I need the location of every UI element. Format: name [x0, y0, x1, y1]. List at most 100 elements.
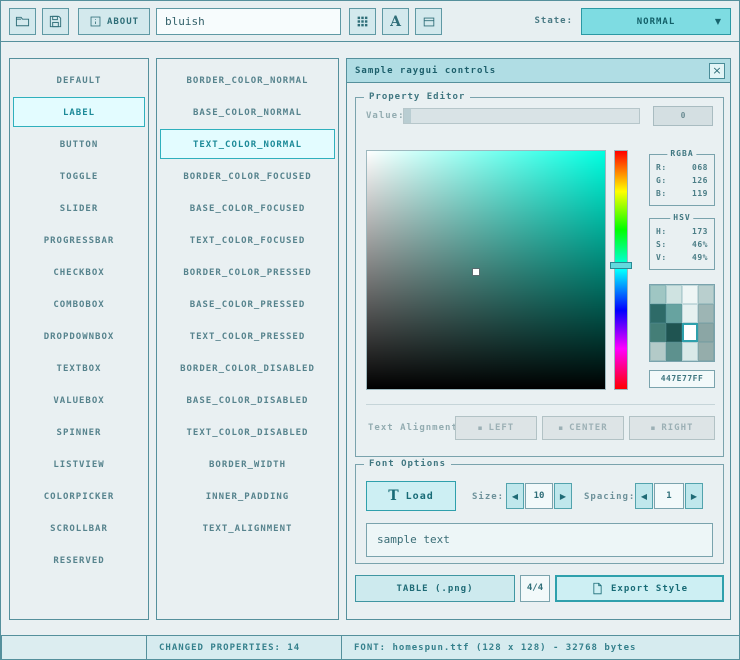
color-swatch[interactable] [698, 285, 714, 304]
color-swatch[interactable] [698, 304, 714, 323]
export-table-button[interactable]: TABLE (.png) [355, 575, 515, 602]
control-item-listview[interactable]: LISTVIEW [13, 449, 145, 479]
property-item-border-color-focused[interactable]: BORDER_COLOR_FOCUSED [160, 161, 335, 191]
g-value: 126 [692, 174, 708, 187]
close-icon: × [712, 64, 721, 77]
property-item-text-color-disabled[interactable]: TEXT_COLOR_DISABLED [160, 417, 335, 447]
rgba-r-row: R: 068 [650, 161, 714, 174]
color-swatch[interactable] [682, 285, 698, 304]
property-item-base-color-disabled[interactable]: BASE_COLOR_DISABLED [160, 385, 335, 415]
control-item-reserved[interactable]: RESERVED [13, 545, 145, 575]
color-picker-area[interactable] [366, 150, 606, 390]
color-swatch[interactable] [682, 342, 698, 361]
color-swatch[interactable] [698, 342, 714, 361]
control-item-button[interactable]: BUTTON [13, 129, 145, 159]
align-center-button[interactable]: ▪ CENTER [542, 416, 624, 440]
property-item-border-color-normal[interactable]: BORDER_COLOR_NORMAL [160, 65, 335, 95]
hue-bar[interactable] [614, 150, 628, 390]
rgba-g-row: G: 126 [650, 174, 714, 187]
sample-panel-title: Sample raygui controls [355, 59, 496, 83]
table-pages-box[interactable]: 4/4 [520, 575, 550, 602]
control-item-colorpicker[interactable]: COLORPICKER [13, 481, 145, 511]
close-button[interactable]: × [709, 63, 725, 79]
control-item-default[interactable]: DEFAULT [13, 65, 145, 95]
hue-slider-handle[interactable] [610, 262, 632, 269]
property-item-base-color-pressed[interactable]: BASE_COLOR_PRESSED [160, 289, 335, 319]
rgba-group-label: RGBA [667, 149, 696, 158]
control-item-progressbar[interactable]: PROGRESSBAR [13, 225, 145, 255]
color-swatch[interactable] [682, 304, 698, 323]
color-swatch[interactable] [650, 323, 666, 342]
window-frame-button[interactable] [415, 8, 442, 35]
hex-value-box[interactable]: 447E77FF [649, 370, 715, 388]
value-box[interactable]: 0 [653, 106, 713, 126]
color-swatch[interactable] [650, 342, 666, 361]
spacing-value-box[interactable]: 1 [654, 483, 684, 509]
color-swatch[interactable] [650, 285, 666, 304]
spacing-increment-button[interactable]: ▶ [685, 483, 703, 509]
export-style-button[interactable]: Export Style [555, 575, 724, 602]
state-dropdown-value: NORMAL [637, 17, 676, 27]
property-item-text-color-pressed[interactable]: TEXT_COLOR_PRESSED [160, 321, 335, 351]
statusbar-font-info: FONT: homespun.ttf (128 x 128) - 32768 b… [341, 635, 740, 660]
arrow-right-icon: ▶ [691, 492, 697, 501]
control-item-scrollbar[interactable]: SCROLLBAR [13, 513, 145, 543]
style-table-button[interactable] [349, 8, 376, 35]
property-item-border-color-disabled[interactable]: BORDER_COLOR_DISABLED [160, 353, 335, 383]
property-item-base-color-normal[interactable]: BASE_COLOR_NORMAL [160, 97, 335, 127]
spacing-label: Spacing: [584, 492, 635, 502]
value-slider[interactable] [403, 108, 640, 124]
size-increment-button[interactable]: ▶ [554, 483, 572, 509]
control-item-label-selected[interactable]: LABEL [13, 97, 145, 127]
value-slider-handle[interactable] [404, 109, 411, 123]
open-style-button[interactable] [9, 8, 36, 35]
control-item-textbox[interactable]: TEXTBOX [13, 353, 145, 383]
size-label: Size: [472, 492, 504, 502]
control-item-valuebox[interactable]: VALUEBOX [13, 385, 145, 415]
align-right-button[interactable]: ▪ RIGHT [629, 416, 715, 440]
arrow-right-icon: ▶ [560, 492, 566, 501]
spacing-decrement-button[interactable]: ◀ [635, 483, 653, 509]
property-item-text-color-normal-selected[interactable]: TEXT_COLOR_NORMAL [160, 129, 335, 159]
size-decrement-button[interactable]: ◀ [506, 483, 524, 509]
window-frame-icon [422, 15, 436, 29]
rgba-group: RGBA R: 068 G: 126 B: 119 [649, 154, 715, 206]
font-t-icon: T [388, 488, 398, 504]
sample-panel-titlebar[interactable]: Sample raygui controls × [347, 59, 730, 83]
control-item-combobox[interactable]: COMBOBOX [13, 289, 145, 319]
color-swatch[interactable] [666, 323, 682, 342]
color-swatch[interactable] [666, 304, 682, 323]
size-value-box[interactable]: 10 [525, 483, 553, 509]
color-swatch[interactable] [666, 342, 682, 361]
control-item-spinner[interactable]: SPINNER [13, 417, 145, 447]
color-swatch[interactable] [698, 323, 714, 342]
state-label: State: [499, 1, 573, 42]
property-item-inner-padding[interactable]: INNER_PADDING [160, 481, 335, 511]
style-name-input[interactable] [156, 8, 341, 35]
property-item-border-width[interactable]: BORDER_WIDTH [160, 449, 335, 479]
font-options-group-label: Font Options [364, 459, 451, 469]
save-style-button[interactable] [42, 8, 69, 35]
color-swatch[interactable] [666, 285, 682, 304]
control-item-dropdownbox[interactable]: DROPDOWNBOX [13, 321, 145, 351]
property-item-text-color-focused[interactable]: TEXT_COLOR_FOCUSED [160, 225, 335, 255]
align-left-button[interactable]: ▪ LEFT [455, 416, 537, 440]
property-item-base-color-focused[interactable]: BASE_COLOR_FOCUSED [160, 193, 335, 223]
font-atlas-button[interactable]: A [382, 8, 409, 35]
property-item-text-alignment[interactable]: TEXT_ALIGNMENT [160, 513, 335, 543]
about-button[interactable]: ABOUT [78, 8, 150, 35]
sample-text-box[interactable]: sample text [366, 523, 713, 557]
property-editor-group: Property Editor Value: 0 RGBA R: 068 G: … [355, 97, 724, 457]
control-item-slider[interactable]: SLIDER [13, 193, 145, 223]
align-right-icon: ▪ [651, 424, 657, 432]
font-load-button[interactable]: T Load [366, 481, 456, 511]
control-item-toggle[interactable]: TOGGLE [13, 161, 145, 191]
color-swatch-selected[interactable] [682, 323, 698, 342]
state-dropdown[interactable]: NORMAL ▼ [581, 8, 731, 35]
color-swatch[interactable] [650, 304, 666, 323]
font-options-group: Font Options T Load Size: ◀ 10 ▶ Spacing… [355, 464, 724, 564]
export-style-label: Export Style [611, 584, 688, 594]
align-center-icon: ▪ [558, 424, 564, 432]
property-item-border-color-pressed[interactable]: BORDER_COLOR_PRESSED [160, 257, 335, 287]
control-item-checkbox[interactable]: CHECKBOX [13, 257, 145, 287]
